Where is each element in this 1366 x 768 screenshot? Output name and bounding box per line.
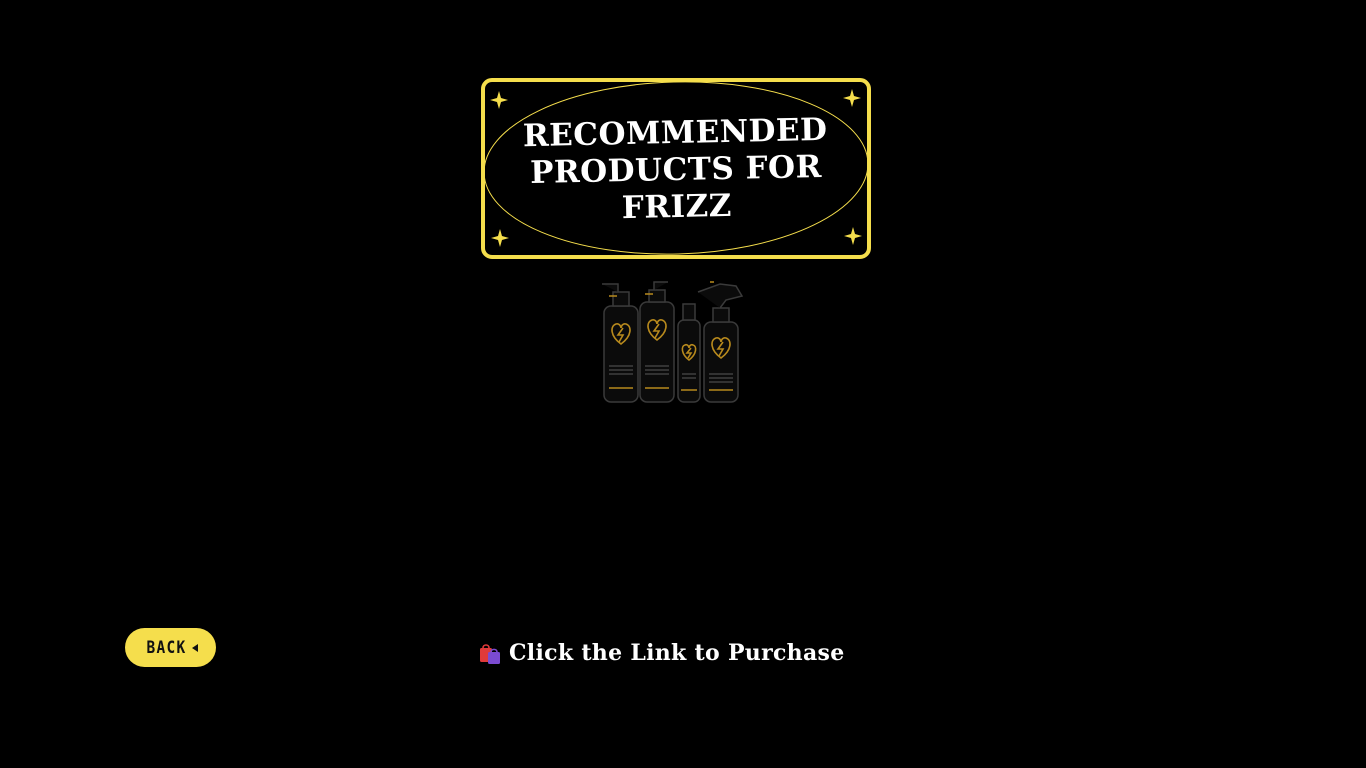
- hair-product-bottles-icon: [596, 278, 748, 406]
- shopping-bags-icon: [480, 644, 500, 664]
- page-title: RECOMMENDED PRODUCTS FOR FRIZZ: [479, 111, 873, 230]
- title-badge: RECOMMENDED PRODUCTS FOR FRIZZ: [480, 77, 872, 260]
- purchase-link-row: Click the Link to Purchase: [478, 636, 845, 670]
- back-button-label: BACK: [146, 637, 187, 658]
- caret-left-icon: [191, 643, 198, 652]
- back-button[interactable]: BACK: [125, 628, 216, 667]
- purchase-link[interactable]: Click the Link to Purchase: [509, 640, 845, 666]
- page: RECOMMENDED PRODUCTS FOR FRIZZ BACK Clic…: [0, 0, 1366, 768]
